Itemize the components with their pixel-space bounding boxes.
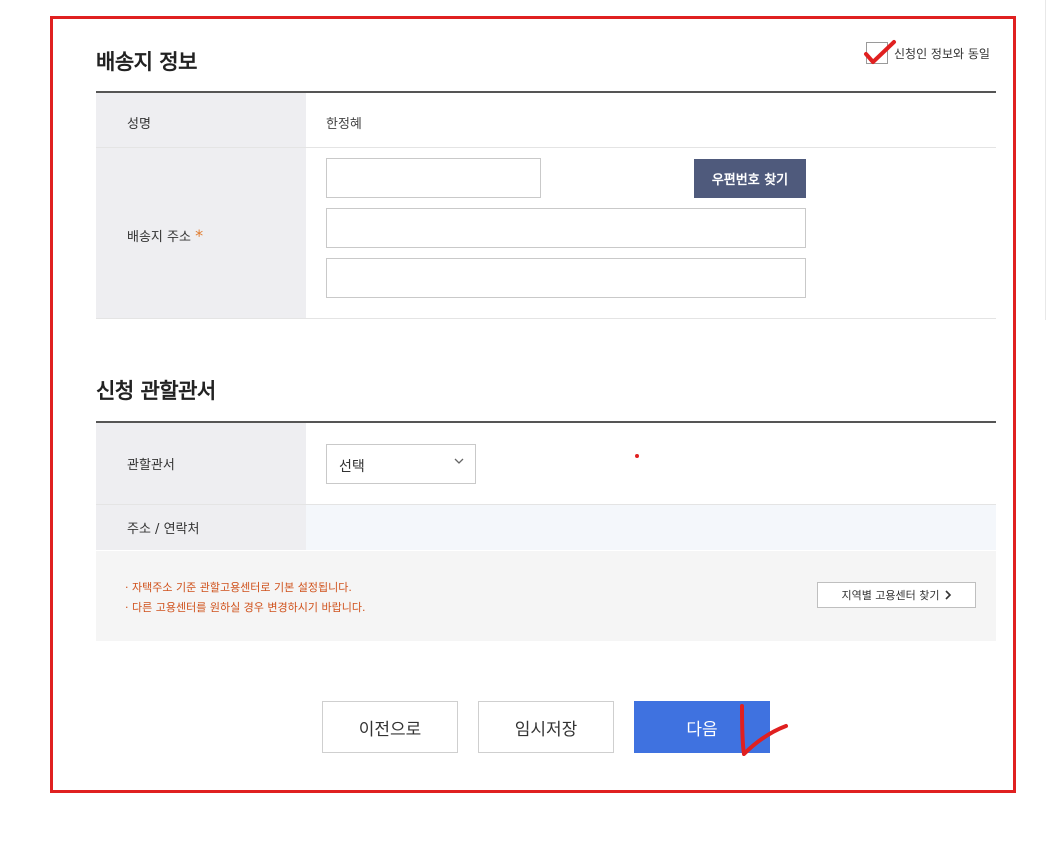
red-checkmark-annotation xyxy=(740,704,788,756)
chevron-right-icon xyxy=(944,590,951,600)
contact-label: 주소 / 연락처 xyxy=(127,522,200,537)
office-select[interactable]: 선택 xyxy=(326,444,476,484)
address-label: 배송지 주소 xyxy=(127,230,191,245)
contact-value-cell xyxy=(306,505,996,550)
page-scroll-edge xyxy=(1045,0,1046,320)
address-line1-input[interactable] xyxy=(326,208,806,248)
office-label: 관할관서 xyxy=(127,458,175,473)
region-center-search-button[interactable]: 지역별 고용센터 찾기 xyxy=(817,582,976,608)
red-dot-annotation xyxy=(635,454,639,458)
region-center-search-label: 지역별 고용센터 찾기 xyxy=(841,589,940,602)
prev-button[interactable]: 이전으로 xyxy=(322,701,458,753)
red-checkmark-annotation xyxy=(864,40,896,64)
zipcode-input[interactable] xyxy=(326,158,541,198)
office-section-title: 신청 관할관서 xyxy=(96,379,216,403)
delivery-section-title: 배송지 정보 xyxy=(96,50,197,74)
name-value: 한정혜 xyxy=(326,117,362,132)
notice-line-1: · 자택주소 기준 관할고용센터로 기본 설정됩니다. xyxy=(125,581,352,594)
office-select-value: 선택 xyxy=(339,459,365,475)
required-mark: * xyxy=(195,226,204,245)
address-label-wrap: 배송지 주소 * xyxy=(127,226,203,245)
zip-search-button[interactable]: 우편번호 찾기 xyxy=(694,159,806,198)
save-draft-button[interactable]: 임시저장 xyxy=(478,701,614,753)
name-label: 성명 xyxy=(127,117,151,132)
delivery-table-bottom-border xyxy=(96,318,996,319)
address-line2-input[interactable] xyxy=(326,258,806,298)
chevron-down-icon xyxy=(453,455,465,470)
same-as-applicant-label[interactable]: 신청인 정보와 동일 xyxy=(894,45,990,62)
notice-line-2: · 다른 고용센터를 원하실 경우 변경하시기 바랍니다. xyxy=(125,601,366,614)
